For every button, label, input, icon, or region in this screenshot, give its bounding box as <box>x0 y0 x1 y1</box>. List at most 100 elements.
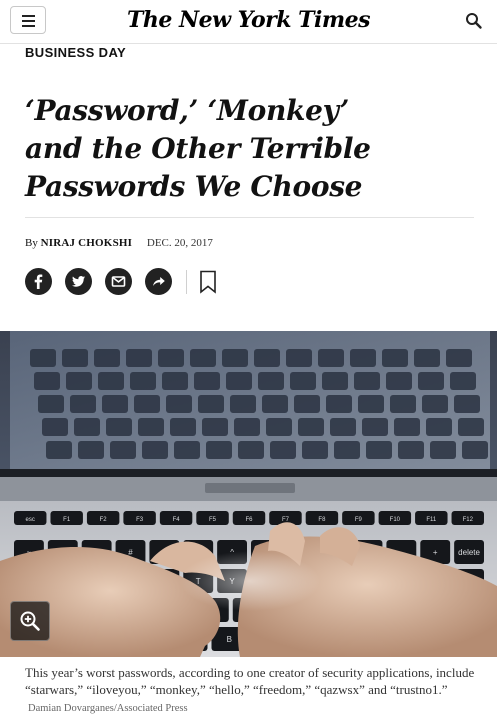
key-label: F4 <box>173 517 181 523</box>
headline-line: Passwords We Choose <box>25 170 363 203</box>
reflected-key <box>202 418 228 436</box>
reflected-key <box>458 418 484 436</box>
reflected-key <box>158 349 184 367</box>
keyboard-key: F1 <box>50 511 83 525</box>
reflected-key <box>38 395 64 413</box>
reflected-key <box>290 372 316 390</box>
article-photo[interactable]: escF1F2F3F4F5F6F7F8F9F10F11F12~!@#$%^&*(… <box>0 331 497 657</box>
reflected-key <box>102 395 128 413</box>
keyboard-key: F8 <box>305 511 339 525</box>
reflected-key <box>430 441 456 459</box>
keyboard-key: delete <box>454 540 484 564</box>
reflected-key <box>414 349 440 367</box>
reflected-key <box>110 441 136 459</box>
reflected-key <box>166 395 192 413</box>
key-label: F2 <box>100 517 108 523</box>
reflected-key <box>354 372 380 390</box>
photo-credit: Damian Dovarganes/Associated Press <box>28 703 188 714</box>
reflected-key <box>62 349 88 367</box>
reflected-key <box>134 395 160 413</box>
key-label: F10 <box>390 517 401 523</box>
reflected-key <box>390 395 416 413</box>
search-button[interactable] <box>465 12 483 30</box>
reflected-key <box>30 349 56 367</box>
save-article-button[interactable] <box>199 270 217 294</box>
reflected-key <box>198 395 224 413</box>
section-label[interactable]: BUSINESS DAY <box>25 45 126 60</box>
nyt-logo[interactable]: The New York Times <box>0 7 497 33</box>
reflected-key <box>298 418 324 436</box>
reflected-key <box>130 372 156 390</box>
reflected-key <box>70 395 96 413</box>
keyboard-key: F9 <box>342 511 375 525</box>
author-name[interactable]: NIRAJ CHOKSHI <box>41 237 133 249</box>
reflected-key <box>350 349 376 367</box>
reflected-key <box>286 349 312 367</box>
key-label: B <box>227 635 232 644</box>
byline-prefix: By <box>25 237 38 249</box>
key-label: delete <box>458 548 480 557</box>
byline: By NIRAJ CHOKSHI DEC. 20, 2017 <box>25 237 213 249</box>
reflected-key <box>98 372 124 390</box>
more-share-button[interactable] <box>145 268 172 295</box>
reflected-key <box>418 372 444 390</box>
reflected-key <box>34 372 60 390</box>
reflected-key <box>74 418 100 436</box>
reflected-key <box>46 441 72 459</box>
reflected-key <box>366 441 392 459</box>
facebook-share-button[interactable] <box>25 268 52 295</box>
key-label: F1 <box>63 517 71 523</box>
reflected-key <box>270 441 296 459</box>
keyboard-key: F4 <box>159 511 193 525</box>
keyboard-key: F10 <box>378 511 412 525</box>
keyboard-key: F11 <box>415 511 448 525</box>
reflected-key <box>42 418 68 436</box>
share-arrow-icon <box>153 277 165 286</box>
reflected-key <box>398 441 424 459</box>
reflected-key <box>302 441 328 459</box>
key-label: F7 <box>282 517 290 523</box>
publish-date: DEC. 20, 2017 <box>146 237 213 249</box>
reflected-key <box>106 418 132 436</box>
email-icon <box>111 276 126 287</box>
reflected-key <box>66 372 92 390</box>
key-label: F12 <box>463 517 474 523</box>
reflected-key <box>162 372 188 390</box>
reflected-key <box>78 441 104 459</box>
twitter-share-button[interactable] <box>65 268 92 295</box>
headline-line: and the Other Terrible <box>25 132 371 165</box>
zoom-photo-button[interactable] <box>10 601 50 641</box>
reflected-key <box>450 372 476 390</box>
keyboard-key: esc <box>14 511 47 525</box>
reflected-key <box>362 418 388 436</box>
reflected-key <box>446 349 472 367</box>
reflected-key <box>454 395 480 413</box>
reflected-key <box>426 418 452 436</box>
key-label: F3 <box>136 517 144 523</box>
reflected-key <box>194 372 220 390</box>
reflected-key <box>226 372 252 390</box>
keyboard-key: F5 <box>196 511 229 525</box>
reflected-key <box>266 418 292 436</box>
reflected-key <box>254 349 280 367</box>
key-label: F6 <box>245 517 253 523</box>
bookmark-icon <box>200 270 216 294</box>
article-headline: ‘Password,’ ‘Monkey’ and the Other Terri… <box>25 92 465 206</box>
reflected-key <box>322 372 348 390</box>
reflected-key <box>394 418 420 436</box>
reflected-key <box>262 395 288 413</box>
photo-caption: This year’s worst passwords, according t… <box>25 664 480 717</box>
key-label: F11 <box>426 517 437 523</box>
email-share-button[interactable] <box>105 268 132 295</box>
twitter-icon <box>72 276 85 287</box>
key-label: F9 <box>355 517 363 523</box>
reflected-key <box>258 372 284 390</box>
divider <box>25 217 474 218</box>
key-label: F8 <box>318 517 326 523</box>
reflected-key <box>294 395 320 413</box>
keyboard-key: F3 <box>123 511 156 525</box>
reflected-key <box>138 418 164 436</box>
keyboard-key: F2 <box>86 511 120 525</box>
reflected-key <box>190 349 216 367</box>
headline-line: ‘Password,’ ‘Monkey’ <box>25 94 350 127</box>
